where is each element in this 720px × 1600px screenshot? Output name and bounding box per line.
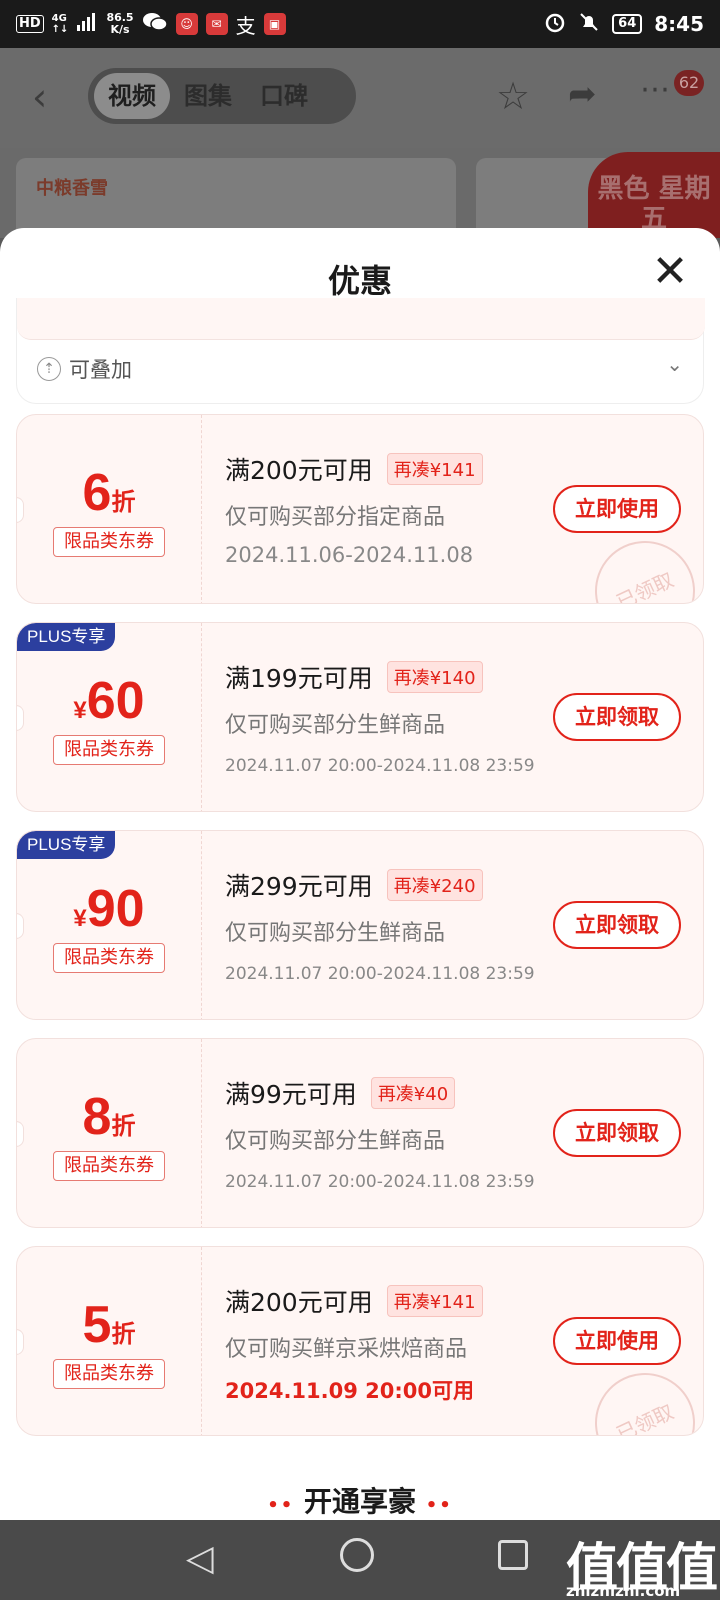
media-tab-switcher: 视频 图集 口碑 bbox=[88, 68, 356, 124]
coupon-validity: 2024.11.07 20:00-2024.11.08 23:59 bbox=[225, 1172, 535, 1192]
alarm-icon bbox=[544, 11, 566, 37]
coupon-value: ¥90 bbox=[73, 880, 145, 938]
divider bbox=[201, 623, 202, 811]
more-badge: 62 bbox=[674, 70, 704, 96]
network-activity: ↑↓ bbox=[51, 24, 69, 35]
divider bbox=[201, 1247, 202, 1435]
remaining-amount-badge: 再凑¥40 bbox=[370, 1077, 456, 1109]
claim-now-button[interactable]: 立即领取 bbox=[553, 1109, 681, 1157]
network-type: 4G bbox=[51, 13, 67, 24]
network-speed: 86.5 K/s bbox=[106, 12, 133, 36]
coupon-card: PLUS专享 ¥60 限品类东券 满199元可用 再凑¥140 仅可购买部分生鲜商… bbox=[16, 622, 704, 812]
divider bbox=[201, 1039, 202, 1227]
coupon-scope: 仅可购买部分指定商品 bbox=[225, 505, 446, 530]
coupon-value: ¥60 bbox=[73, 672, 145, 730]
section-heading: •• 开通享豪 •• bbox=[267, 1485, 453, 1518]
network-indicator: 4G ↑↓ bbox=[52, 13, 69, 35]
coupon-threshold: 满199元可用 再凑¥140 bbox=[225, 659, 483, 695]
divider bbox=[201, 831, 202, 1019]
decor-dots: •• bbox=[425, 1495, 453, 1516]
coupon-scope: 仅可购买部分生鲜商品 bbox=[225, 713, 446, 738]
app-notification-icon: ▣ bbox=[263, 13, 286, 35]
coupon-type-tag: 限品类东券 bbox=[53, 527, 165, 557]
stack-icon: ⇡ bbox=[37, 357, 61, 381]
clock: 8:45 bbox=[654, 12, 704, 36]
coupon-threshold: 满200元可用 再凑¥141 bbox=[225, 451, 483, 487]
coupon-sheet: 优惠 ✕ ⇡ 可叠加 ⌄ 6折 限品类东券 满200元可用 再凑¥141 仅可购买… bbox=[0, 228, 720, 1520]
coupon-value: 5折 bbox=[82, 1296, 136, 1354]
back-icon[interactable]: ‹ bbox=[32, 78, 47, 116]
coupon-scope: 仅可购买部分生鲜商品 bbox=[225, 1129, 446, 1154]
nav-home-icon[interactable] bbox=[340, 1538, 374, 1572]
product-banner: 中粮香雪 黑色 星期五 bbox=[0, 148, 720, 238]
claim-now-button[interactable]: 立即领取 bbox=[553, 693, 681, 741]
coupon-type-tag: 限品类东券 bbox=[53, 1151, 165, 1181]
coupon-type-tag: 限品类东券 bbox=[53, 1359, 165, 1389]
mute-icon bbox=[578, 11, 600, 37]
watermark-url: zhizhizhi.com bbox=[566, 1582, 681, 1600]
page-header: ‹ 视频 图集 口碑 ☆ ➦ ⋯ 62 bbox=[0, 48, 720, 148]
coupon-validity: 2024.11.07 20:00-2024.11.08 23:59 bbox=[225, 756, 535, 776]
chevron-down-icon[interactable]: ⌄ bbox=[666, 352, 683, 376]
remaining-amount-badge: 再凑¥240 bbox=[386, 869, 483, 901]
status-bar: HD 4G ↑↓ 86.5 K/s ☺ ✉ 支 ▣ 64 8:45 bbox=[0, 0, 720, 48]
coupon-card: 5折 限品类东券 满200元可用 再凑¥141 仅可购买鲜京采烘焙商品 2024.… bbox=[16, 1246, 704, 1436]
coupon-validity: 2024.11.07 20:00-2024.11.08 23:59 bbox=[225, 964, 535, 984]
coupon-scope: 仅可购买部分生鲜商品 bbox=[225, 921, 446, 946]
hd-indicator: HD bbox=[16, 15, 44, 33]
promo-ribbon: 黑色 星期五 bbox=[588, 152, 720, 238]
stackable-coupon-group[interactable]: ⇡ 可叠加 ⌄ bbox=[16, 298, 705, 404]
alipay-icon: 支 bbox=[235, 13, 256, 38]
coupon-threshold: 满299元可用 再凑¥240 bbox=[225, 867, 483, 903]
claimed-stamp: 已领取 bbox=[578, 1356, 703, 1435]
coupon-type-tag: 限品类东券 bbox=[53, 943, 165, 973]
coupon-validity: 2024.11.06-2024.11.08 bbox=[225, 543, 474, 567]
stack-label: 可叠加 bbox=[69, 358, 132, 382]
sheet-title: 优惠 bbox=[327, 262, 392, 300]
remaining-amount-badge: 再凑¥140 bbox=[386, 661, 483, 693]
share-icon[interactable]: ➦ bbox=[568, 74, 597, 114]
coupon-card: 6折 限品类东券 满200元可用 再凑¥141 仅可购买部分指定商品 2024.1… bbox=[16, 414, 704, 604]
use-now-button[interactable]: 立即使用 bbox=[553, 1317, 681, 1365]
tab-reviews[interactable]: 口碑 bbox=[246, 73, 322, 119]
claimed-stamp: 已领取 bbox=[578, 524, 703, 603]
favorite-icon[interactable]: ☆ bbox=[496, 76, 530, 116]
remaining-amount-badge: 再凑¥141 bbox=[386, 1285, 483, 1317]
app-notification-icon: ✉ bbox=[205, 13, 228, 35]
app-notification-icon: ☺ bbox=[175, 13, 198, 35]
coupon-threshold: 满200元可用 再凑¥141 bbox=[225, 1283, 483, 1319]
coupon-type-tag: 限品类东券 bbox=[53, 735, 165, 765]
coupon-peek bbox=[17, 298, 705, 340]
coupon-value: 6折 bbox=[82, 464, 136, 522]
decor-dots: •• bbox=[267, 1495, 295, 1516]
coupon-scope: 仅可购买鲜京采烘焙商品 bbox=[225, 1337, 468, 1362]
speed-unit: K/s bbox=[110, 23, 130, 36]
wechat-icon bbox=[142, 12, 168, 36]
coupon-threshold: 满99元可用 再凑¥40 bbox=[225, 1075, 456, 1111]
coupon-card: PLUS专享 ¥90 限品类东券 满299元可用 再凑¥240 仅可购买部分生鲜商… bbox=[16, 830, 704, 1020]
close-icon[interactable]: ✕ bbox=[646, 250, 694, 298]
nav-recents-icon[interactable] bbox=[498, 1540, 528, 1570]
tab-gallery[interactable]: 图集 bbox=[170, 73, 246, 119]
battery-indicator: 64 bbox=[612, 14, 643, 34]
more-icon[interactable]: ⋯ bbox=[640, 70, 672, 110]
coupon-validity: 2024.11.09 20:00可用 bbox=[225, 1379, 475, 1403]
coupon-value: 8折 bbox=[82, 1088, 136, 1146]
signal-icon bbox=[76, 13, 98, 35]
use-now-button[interactable]: 立即使用 bbox=[553, 485, 681, 533]
brand-logo: 中粮香雪 bbox=[36, 178, 108, 199]
nav-back-icon[interactable]: ◁ bbox=[186, 1538, 214, 1579]
divider bbox=[201, 415, 202, 603]
remaining-amount-badge: 再凑¥141 bbox=[386, 453, 483, 485]
coupon-card: 8折 限品类东券 满99元可用 再凑¥40 仅可购买部分生鲜商品 2024.11.… bbox=[16, 1038, 704, 1228]
tab-video[interactable]: 视频 bbox=[94, 73, 170, 119]
claim-now-button[interactable]: 立即领取 bbox=[553, 901, 681, 949]
